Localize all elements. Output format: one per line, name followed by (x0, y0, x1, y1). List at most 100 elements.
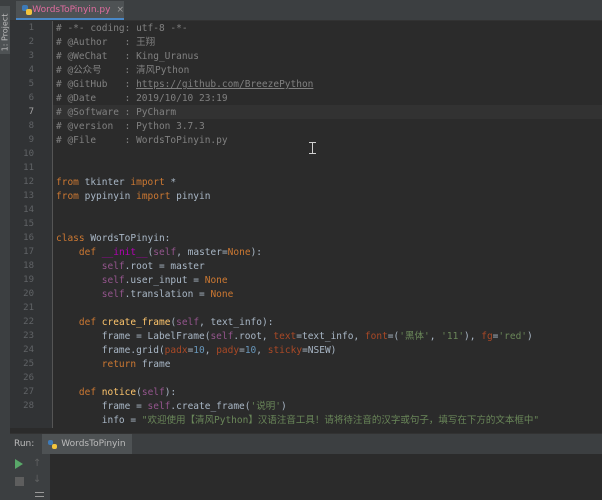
code-token: pinyin (170, 191, 211, 202)
run-config-tab-label: WordsToPinyin (61, 439, 126, 449)
code-line: info = "欢迎使用【清风Python】汉语注音工具！请将待注音的汉字或句子… (56, 414, 539, 428)
close-tab-icon[interactable]: × (116, 5, 124, 15)
code-token: import (130, 177, 165, 188)
line-number: 27 (23, 387, 34, 397)
code-line: frame = LabelFrame(self.root, text=text_… (56, 330, 533, 344)
code-token: https://github.com/BreezePython (136, 79, 314, 90)
code-editor[interactable]: # -*- coding: utf-8 -*- # @Author : 王翔 # @… (53, 21, 602, 428)
code-token: __init__ (101, 247, 148, 258)
code-token: , (204, 345, 217, 356)
code-token: WordsToPinyin: (84, 233, 171, 244)
code-token: padx (164, 345, 188, 356)
code-token: self (176, 317, 200, 328)
code-token: =text_info, (296, 331, 365, 342)
code-line: # @公众号 : 清风Python (56, 64, 189, 78)
code-token: .translation = (124, 289, 211, 300)
code-line: # @Author : 王翔 (56, 36, 155, 50)
run-toolbar: ↑ ↓ (10, 454, 50, 500)
code-token: text (273, 331, 297, 342)
code-line: def __init__(self, master=None): (56, 246, 262, 260)
run-config-tab[interactable]: WordsToPinyin (42, 434, 132, 454)
line-number: 22 (23, 317, 34, 327)
line-number: 10 (23, 149, 34, 159)
python-run-icon (48, 439, 58, 449)
code-line: def create_frame(self, text_info): (56, 316, 274, 330)
rerun-play-icon[interactable] (15, 459, 23, 469)
code-token: # @公众号 : 清风Python (56, 65, 190, 76)
code-token: self (147, 401, 171, 412)
line-number: 21 (23, 303, 34, 313)
code-token: # @Date : 2019/10/10 23:19 (56, 93, 228, 104)
code-token: '黑体' (399, 331, 430, 342)
editor-tab-wordstopinyin[interactable]: WordsToPinyin.py × (16, 1, 124, 20)
code-token: def (78, 247, 97, 258)
line-number: 2 (28, 37, 34, 47)
scroll-down-icon[interactable]: ↓ (33, 474, 45, 486)
code-token: class (56, 233, 85, 244)
line-number: 19 (23, 275, 34, 285)
line-number: 3 (28, 51, 34, 61)
code-token: self (101, 289, 125, 300)
line-number: 24 (23, 345, 34, 355)
line-number: 26 (23, 373, 34, 383)
code-token: .root = master (124, 261, 205, 272)
code-token: None (227, 247, 251, 258)
code-token: ): (164, 387, 177, 398)
code-token: pady (216, 345, 240, 356)
code-token: # @version : Python 3.7.3 (56, 121, 205, 132)
run-console[interactable]: ↑ ↓ (10, 454, 602, 500)
code-line: frame = self.create_frame('说明') (56, 400, 287, 414)
code-line: # @GitHub : https://github.com/BreezePyt… (56, 78, 313, 92)
code-token: =( (387, 331, 400, 342)
code-line: def notice(self): (56, 386, 176, 400)
line-number: 18 (23, 261, 34, 271)
code-token: .root, (233, 331, 274, 342)
code-token: , (429, 331, 442, 342)
stop-icon[interactable] (15, 477, 24, 486)
code-token: .create_frame( (170, 401, 251, 412)
line-number: 17 (23, 247, 34, 257)
code-token: .user_input = (124, 275, 205, 286)
code-token: ) (527, 331, 533, 342)
project-tool-button[interactable]: 1: Project (0, 6, 10, 54)
code-token: notice (101, 387, 137, 398)
line-number: 11 (23, 163, 34, 173)
code-token: import (136, 191, 171, 202)
line-number: 5 (28, 79, 34, 89)
code-line: self.user_input = None (56, 274, 228, 288)
code-token: '说明' (250, 401, 281, 412)
scroll-up-icon[interactable]: ↑ (33, 458, 45, 470)
code-token: sticky (267, 345, 303, 356)
code-line: from tkinter import * (56, 176, 176, 190)
code-token: # @Software : PyCharm (56, 107, 177, 118)
code-token: from (56, 177, 79, 188)
code-token: 'red' (498, 331, 528, 342)
line-number: 9 (28, 135, 34, 145)
line-number: 14 (23, 205, 34, 215)
code-line: self.translation = None (56, 288, 234, 302)
line-number: 12 (23, 177, 34, 187)
code-token: # @WeChat : King_Uranus (56, 51, 199, 62)
soft-wrap-icon[interactable] (35, 492, 44, 497)
code-line: # @File : WordsToPinyin.py (56, 134, 228, 148)
line-number: 28 (23, 401, 34, 411)
code-token: # @File : WordsToPinyin.py (56, 135, 228, 146)
line-number: 23 (23, 331, 34, 341)
line-number: 6 (28, 93, 34, 103)
code-token: * (164, 177, 177, 188)
code-token: fg (481, 331, 493, 342)
code-token: '11' (441, 331, 465, 342)
code-token: pypinyin (78, 191, 137, 202)
code-token: info = (56, 415, 142, 426)
code-token: return (101, 359, 137, 370)
editor-tab-label: WordsToPinyin.py (32, 4, 111, 15)
code-token: ), (464, 331, 482, 342)
line-number: 8 (28, 121, 34, 131)
line-number: 20 (23, 289, 34, 299)
run-panel-label: Run: (14, 439, 35, 449)
code-token: ): (250, 247, 263, 258)
